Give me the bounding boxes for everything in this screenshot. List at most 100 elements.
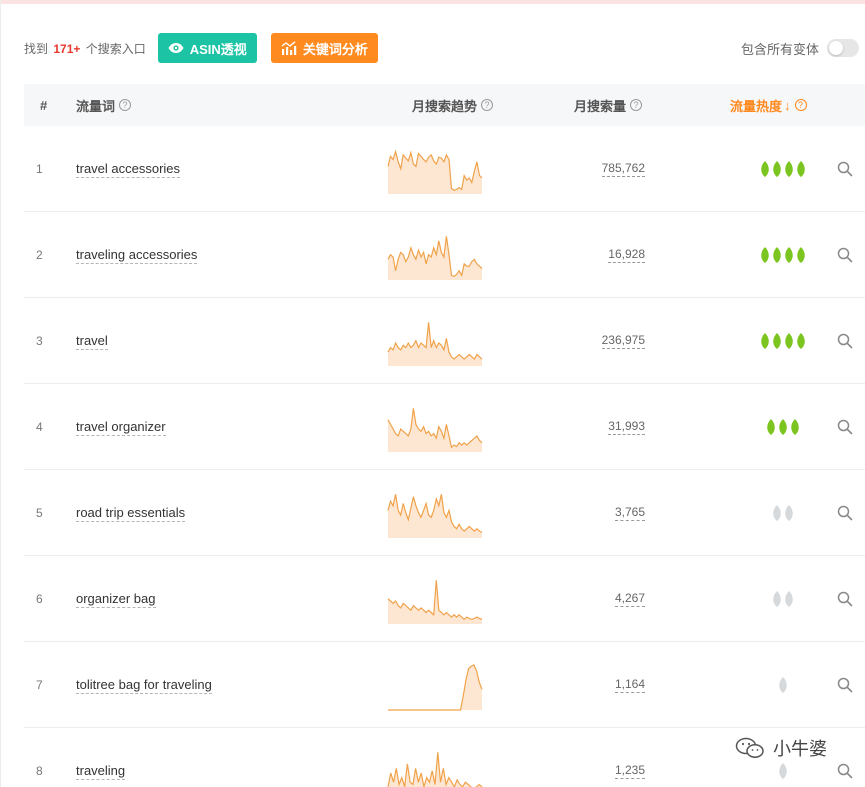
heat-leaves [761, 247, 805, 263]
table-row: 7 tolitree bag for traveling 1,164 [24, 642, 865, 728]
search-trend-sparkline[interactable] [387, 489, 483, 539]
search-trend-sparkline[interactable] [387, 747, 483, 787]
search-icon [837, 677, 853, 693]
monthly-volume-value[interactable]: 4,267 [614, 591, 645, 607]
leaf-icon [773, 247, 781, 263]
keyword-link[interactable]: travel [76, 333, 108, 350]
help-icon[interactable]: ? [119, 99, 132, 111]
row-search-button[interactable] [837, 384, 853, 470]
keyword-cell: travel organizer [76, 384, 166, 470]
leaf-icon [773, 591, 781, 607]
row-search-button[interactable] [837, 126, 853, 212]
sort-desc-arrow-icon: ↓ [784, 97, 791, 113]
keyword-analysis-button[interactable]: 关键词分析 [270, 33, 378, 63]
keyword-cell: road trip essentials [76, 470, 186, 556]
traffic-heat-rating [758, 298, 808, 384]
monthly-volume-value[interactable]: 785,762 [601, 161, 645, 177]
search-trend-sparkline[interactable] [387, 575, 483, 625]
keyword-cell: traveling accessories [76, 212, 198, 298]
heat-leaves [761, 161, 805, 177]
header-volume: 月搜索量 ? [574, 84, 643, 126]
monthly-volume-value[interactable]: 31,993 [608, 419, 645, 435]
row-search-button[interactable] [837, 642, 853, 728]
keyword-link[interactable]: travel organizer [76, 419, 166, 436]
search-trend-sparkline[interactable] [387, 317, 483, 367]
watermark-text: 小牛婆 [773, 739, 827, 759]
keyword-link[interactable]: travel accessories [76, 161, 181, 178]
keyword-link[interactable]: tolitree bag for traveling [76, 677, 212, 694]
monthly-volume-value[interactable]: 16,928 [608, 247, 645, 263]
row-search-button[interactable] [837, 212, 853, 298]
found-prefix: 找到 [24, 41, 49, 56]
leaf-icon [773, 161, 781, 177]
row-search-button[interactable] [837, 470, 853, 556]
header-heat-label: 流量热度 [730, 98, 783, 114]
bar-chart-trend-icon [281, 41, 297, 55]
leaf-icon [761, 247, 769, 263]
header-keyword-label: 流量词 [76, 98, 116, 114]
keyword-cell: traveling [76, 728, 126, 787]
search-trend-sparkline[interactable] [387, 661, 483, 711]
leaf-icon [773, 505, 781, 521]
include-variants-toggle[interactable] [827, 39, 859, 57]
monthly-volume-value[interactable]: 1,164 [614, 677, 645, 693]
leaf-icon [767, 419, 775, 435]
monthly-volume-value[interactable]: 1,235 [614, 763, 645, 779]
row-search-button[interactable] [837, 556, 853, 642]
leaf-icon [785, 591, 793, 607]
search-icon [837, 161, 853, 177]
keyword-link[interactable]: organizer bag [76, 591, 156, 608]
include-variants-label: 包含所有变体 [740, 41, 819, 57]
row-index: 1 [36, 162, 43, 176]
found-suffix: 个搜索入口 [85, 41, 146, 56]
heat-leaves [767, 419, 799, 435]
leaf-icon [761, 161, 769, 177]
traffic-heat-rating [758, 642, 808, 728]
search-trend-sparkline[interactable] [387, 145, 483, 195]
leaf-icon [785, 333, 793, 349]
help-icon[interactable]: ? [630, 99, 643, 111]
table-row: 6 organizer bag 4,267 [24, 556, 865, 642]
row-index: 5 [36, 506, 43, 520]
leaf-icon [773, 333, 781, 349]
leaf-icon [785, 247, 793, 263]
asin-insight-button[interactable]: ASIN透视 [157, 33, 257, 63]
traffic-heat-rating [758, 126, 808, 212]
heat-leaves [773, 591, 793, 607]
search-trend-sparkline[interactable] [387, 231, 483, 281]
table-row: 4 travel organizer 31,993 [24, 384, 865, 470]
monthly-volume-cell: 1,164 [614, 642, 645, 728]
monthly-volume-value[interactable]: 236,975 [601, 333, 645, 349]
keyword-link[interactable]: road trip essentials [76, 505, 186, 522]
found-count: 171+ [53, 41, 81, 56]
asin-insight-label: ASIN透视 [189, 41, 247, 57]
page-left-border [0, 0, 1, 787]
header-volume-label: 月搜索量 [574, 98, 627, 114]
keyword-link[interactable]: traveling accessories [76, 247, 198, 264]
header-heat-sort[interactable]: 流量热度 ↓ ? [730, 84, 807, 126]
heat-leaves [761, 333, 805, 349]
table-row: 5 road trip essentials 3,765 [24, 470, 865, 556]
search-icon [837, 591, 853, 607]
heat-leaves [773, 505, 793, 521]
monthly-volume-cell: 236,975 [601, 298, 645, 384]
help-icon[interactable]: ? [481, 99, 494, 111]
row-search-button[interactable] [837, 298, 853, 384]
monthly-volume-cell: 31,993 [608, 384, 645, 470]
monthly-volume-cell: 785,762 [601, 126, 645, 212]
header-trend-label: 月搜索趋势 [412, 98, 478, 114]
leaf-icon [797, 161, 805, 177]
traffic-heat-rating [758, 470, 808, 556]
help-icon[interactable]: ? [794, 99, 807, 111]
wechat-icon [735, 737, 764, 758]
search-trend-sparkline[interactable] [387, 403, 483, 453]
row-index: 2 [36, 248, 43, 262]
header-index: # [40, 84, 47, 126]
keyword-link[interactable]: traveling [76, 763, 126, 780]
sparkline-area [388, 494, 482, 538]
traffic-heat-rating [758, 212, 808, 298]
monthly-volume-value[interactable]: 3,765 [614, 505, 645, 521]
search-icon [837, 505, 853, 521]
row-search-button[interactable] [837, 728, 853, 787]
row-index: 6 [36, 592, 43, 606]
